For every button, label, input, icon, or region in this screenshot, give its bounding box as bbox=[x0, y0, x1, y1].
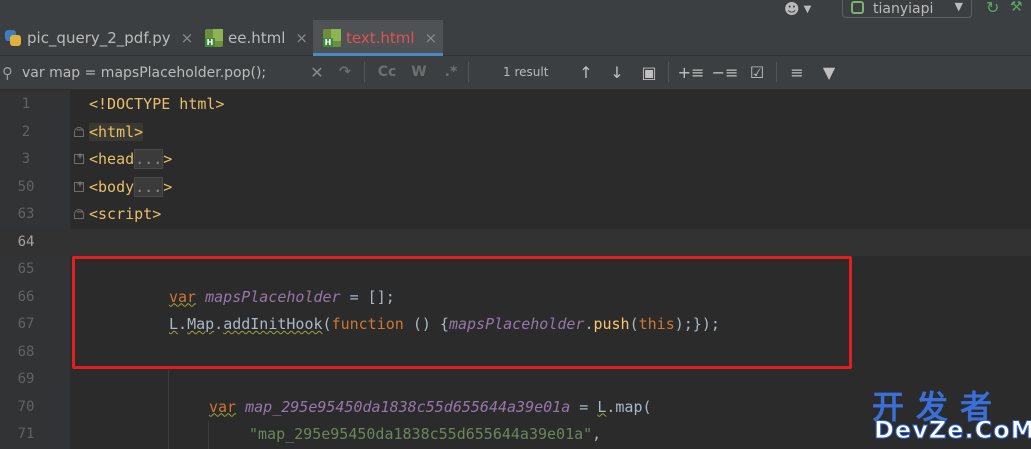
find-bar: ⚲ var map = mapsPlaceholder.pop(); ✕ ↷ C… bbox=[0, 56, 1031, 90]
regex-button[interactable]: .* bbox=[440, 61, 462, 83]
watermark-logo: 开发者 DevZe.CoM bbox=[872, 382, 1031, 445]
search-icon: ⚲ bbox=[2, 63, 13, 82]
remove-occurrence-icon[interactable]: −≡ bbox=[712, 61, 739, 83]
branch-selector[interactable]: tianyiapi ▼ bbox=[842, 0, 972, 18]
open-in-window-icon[interactable]: ▣ bbox=[638, 61, 660, 83]
divider bbox=[776, 62, 777, 82]
code-editor[interactable]: 1 <!DOCTYPE html> 2 <html> 3 <head...> 5… bbox=[0, 90, 1031, 449]
line-number: 1 bbox=[21, 96, 31, 112]
clear-search-icon[interactable]: ✕ bbox=[308, 61, 326, 83]
line-number: 68 bbox=[17, 343, 35, 360]
search-input[interactable]: ⚲ var map = mapsPlaceholder.pop(); bbox=[0, 56, 360, 89]
user-icon: ☻ bbox=[784, 0, 800, 18]
divider bbox=[468, 62, 469, 82]
line-number: 64 bbox=[17, 233, 35, 250]
fold-expand-icon[interactable] bbox=[74, 151, 85, 164]
branch-icon bbox=[851, 1, 864, 14]
code-text: <head...> bbox=[89, 149, 173, 169]
arrow-up-icon[interactable]: ↑ bbox=[575, 61, 597, 83]
html-file-icon: H bbox=[323, 29, 341, 47]
user-menu-button[interactable]: ☻ ▼ bbox=[784, 0, 824, 18]
chevron-down-icon: ▼ bbox=[954, 0, 963, 13]
code-text: "map_295e95450da1838c55d655644a39e01a", bbox=[249, 425, 602, 443]
tab-label: text.html bbox=[346, 29, 415, 47]
watermark-en-text: DevZe.CoM bbox=[874, 416, 1031, 445]
html-file-icon: H bbox=[205, 29, 223, 47]
branch-label: tianyiapi bbox=[873, 0, 934, 17]
code-text: <body...> bbox=[89, 176, 173, 197]
code-text: <html> bbox=[89, 122, 144, 141]
line-number: 2 bbox=[21, 123, 31, 140]
line-number: 67 bbox=[17, 316, 35, 332]
code-line-current: 64 bbox=[0, 228, 1031, 256]
tab-pic-query[interactable]: pic_query_2_pdf.py × bbox=[4, 20, 200, 56]
build-icon[interactable]: ⚒ bbox=[1010, 0, 1024, 15]
run-config-icon[interactable]: ↻ bbox=[986, 0, 1000, 17]
code-line: 1 <!DOCTYPE html> bbox=[0, 91, 1031, 119]
filter-options-icon[interactable]: ≡ bbox=[786, 61, 808, 83]
chevron-down-icon: ▼ bbox=[803, 3, 812, 15]
code-text: <!DOCTYPE html> bbox=[89, 95, 225, 113]
python-file-icon bbox=[4, 29, 22, 47]
match-case-button[interactable]: Cc bbox=[374, 61, 400, 83]
tab-label: pic_query_2_pdf.py bbox=[27, 29, 171, 47]
close-icon[interactable]: × bbox=[295, 29, 308, 47]
line-number: 50 bbox=[17, 178, 35, 195]
filter-icon[interactable]: ▼ bbox=[818, 61, 840, 83]
fold-collapse-icon[interactable] bbox=[74, 125, 85, 137]
search-result-count: 1 result bbox=[503, 65, 549, 79]
divider bbox=[668, 62, 669, 82]
code-line: 63 <script> bbox=[0, 201, 1031, 229]
highlight-annotation-box bbox=[72, 256, 852, 369]
close-icon[interactable]: × bbox=[425, 29, 438, 47]
line-number: 63 bbox=[17, 206, 35, 222]
line-number: 71 bbox=[17, 426, 35, 442]
code-line: 50 <body...> bbox=[0, 174, 1031, 202]
indent-guide bbox=[208, 421, 209, 449]
line-number: 3 bbox=[21, 151, 31, 167]
tab-text-html[interactable]: H text.html × bbox=[313, 20, 443, 56]
indent-guide bbox=[168, 366, 169, 449]
line-number: 66 bbox=[17, 288, 35, 305]
line-number: 65 bbox=[17, 261, 35, 277]
line-number: 69 bbox=[17, 371, 35, 387]
new-line-icon[interactable]: ↷ bbox=[334, 61, 356, 83]
line-number: 70 bbox=[17, 398, 35, 415]
search-query-text: var map = mapsPlaceholder.pop(); bbox=[22, 64, 267, 81]
editor-tab-bar: ☻ ▼ tianyiapi ▼ ↻ ⚒ pic_query_2_pdf.py ×… bbox=[0, 0, 1031, 56]
select-all-occurrences-icon[interactable]: ☑ bbox=[744, 61, 770, 83]
fold-expand-icon[interactable] bbox=[74, 179, 85, 192]
arrow-down-icon[interactable]: ↓ bbox=[606, 61, 628, 83]
code-text: var map_295e95450da1838c55d655644a39e01a… bbox=[209, 397, 652, 416]
add-occurrence-icon[interactable]: +≡ bbox=[678, 61, 705, 83]
tab-ee-html[interactable]: H ee.html × bbox=[205, 20, 313, 56]
divider bbox=[364, 62, 365, 82]
code-line: 3 <head...> bbox=[0, 146, 1031, 174]
code-line: 2 <html> bbox=[0, 119, 1031, 147]
tab-label: ee.html bbox=[228, 29, 286, 47]
code-text: <script> bbox=[89, 205, 162, 223]
fold-collapse-icon[interactable] bbox=[74, 207, 85, 219]
close-icon[interactable]: × bbox=[181, 29, 194, 47]
whole-words-button[interactable]: W bbox=[408, 61, 430, 83]
